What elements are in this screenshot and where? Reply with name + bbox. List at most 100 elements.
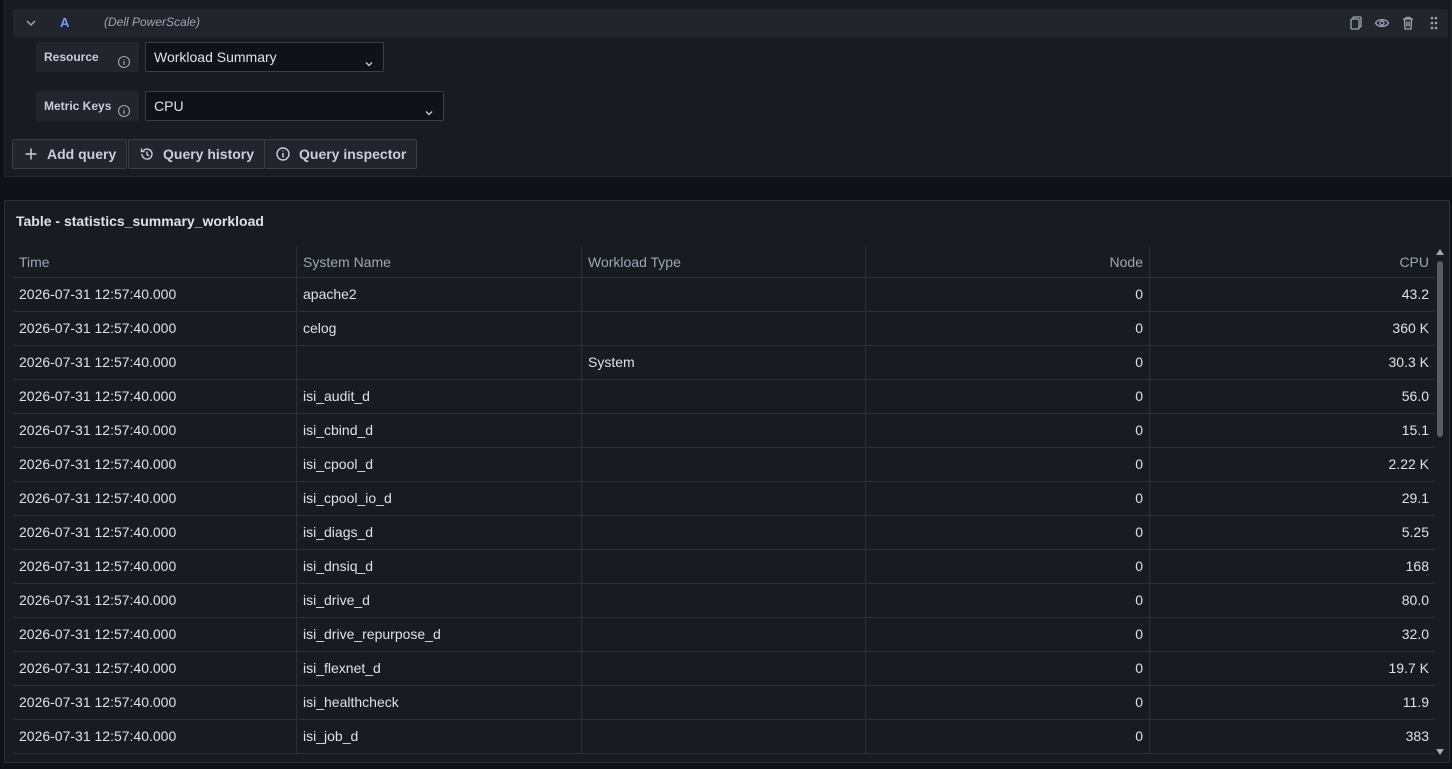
table-row[interactable]: 2026-07-31 12:57:40.000 celog 0 360 K: [13, 312, 1435, 346]
column-header-time[interactable]: Time: [13, 247, 297, 277]
cell-cpu: 80.0: [1401, 592, 1429, 608]
table-row[interactable]: 2026-07-31 12:57:40.000 isi_cpool_io_d 0 29…: [13, 482, 1435, 516]
scroll-down-arrow-icon[interactable]: [1436, 749, 1444, 755]
cell-system-name: isi_flexnet_d: [297, 652, 582, 685]
cell-cpu: 168: [1405, 558, 1429, 574]
plus-icon: [25, 148, 37, 160]
cell-workload-type: [582, 312, 866, 345]
cell-system-name: isi_audit_d: [297, 380, 582, 413]
vertical-scrollbar[interactable]: [1435, 247, 1445, 757]
cell-cpu: 43.2: [1401, 286, 1429, 302]
resource-select[interactable]: Workload Summary: [145, 42, 384, 72]
table-row[interactable]: 2026-07-31 12:57:40.000 isi_healthcheck 0 1…: [13, 686, 1435, 720]
panel-title: Table - statistics_summary_workload: [16, 213, 264, 229]
cell-cpu: 383: [1405, 728, 1429, 744]
cell-cpu: 56.0: [1401, 388, 1429, 404]
query-history-button[interactable]: Query history: [128, 139, 266, 169]
table-row[interactable]: 2026-07-31 12:57:40.000 isi_job_d 0 383: [13, 720, 1435, 754]
cell-cpu: 15.1: [1401, 422, 1429, 438]
chevron-down-icon: [363, 51, 375, 67]
copy-icon[interactable]: [1348, 15, 1364, 31]
cell-node: 0: [866, 720, 1150, 753]
cell-time: 2026-07-31 12:57:40.000: [13, 652, 297, 685]
trash-icon[interactable]: [1400, 15, 1416, 31]
metric-keys-select[interactable]: CPU: [145, 91, 444, 121]
table-row[interactable]: 2026-07-31 12:57:40.000 isi_flexnet_d 0 19.…: [13, 652, 1435, 686]
info-icon: [117, 50, 131, 69]
cell-time: 2026-07-31 12:57:40.000: [13, 448, 297, 481]
history-icon: [140, 148, 153, 160]
cell-node: 0: [866, 584, 1150, 617]
table-panel: Table - statistics_summary_workload Time…: [4, 200, 1450, 763]
cell-system-name: isi_cpool_io_d: [297, 482, 582, 515]
query-row-header: A (Dell PowerScale): [13, 9, 1448, 37]
chevron-down-icon: [423, 100, 435, 116]
cell-node: 0: [866, 278, 1150, 311]
cell-node: 0: [866, 380, 1150, 413]
cell-workload-type: System: [582, 346, 866, 379]
cell-system-name: isi_healthcheck: [297, 686, 582, 719]
cell-time: 2026-07-31 12:57:40.000: [13, 380, 297, 413]
cell-time: 2026-07-31 12:57:40.000: [13, 584, 297, 617]
cell-cpu: 30.3 K: [1388, 354, 1429, 370]
chevron-down-icon[interactable]: [23, 15, 39, 31]
datasource-name: (Dell PowerScale): [104, 15, 201, 29]
cell-workload-type: [582, 380, 866, 413]
query-ref-id[interactable]: A: [60, 15, 69, 30]
cell-workload-type: [582, 482, 866, 515]
table-row[interactable]: 2026-07-31 12:57:40.000 isi_drive_d 0 80.0: [13, 584, 1435, 618]
cell-node: 0: [866, 448, 1150, 481]
column-header-node[interactable]: Node: [866, 247, 1150, 277]
table-row[interactable]: 2026-07-31 12:57:40.000 isi_cbind_d 0 15.1: [13, 414, 1435, 448]
cell-cpu: 2.22 K: [1388, 456, 1429, 472]
cell-node: 0: [866, 686, 1150, 719]
cell-workload-type: [582, 720, 866, 753]
cell-cpu: 360 K: [1392, 320, 1429, 336]
cell-node: 0: [866, 516, 1150, 549]
info-icon: [276, 147, 290, 161]
cell-system-name: isi_drive_d: [297, 584, 582, 617]
table-header-row: Time System Name Workload Type Node CPU: [13, 247, 1435, 278]
column-header-cpu[interactable]: CPU: [1150, 247, 1435, 277]
cell-cpu: 19.7 K: [1388, 660, 1429, 676]
table-row[interactable]: 2026-07-31 12:57:40.000 System 0 30.3 K: [13, 346, 1435, 380]
eye-icon[interactable]: [1374, 15, 1390, 31]
cell-time: 2026-07-31 12:57:40.000: [13, 550, 297, 583]
data-table: Time System Name Workload Type Node CPU …: [13, 247, 1435, 754]
metric-keys-label: Metric Keys: [36, 91, 139, 121]
cell-cpu: 32.0: [1401, 626, 1429, 642]
query-inspector-button[interactable]: Query inspector: [264, 139, 418, 169]
table-row[interactable]: 2026-07-31 12:57:40.000 isi_dnsiq_d 0 168: [13, 550, 1435, 584]
cell-time: 2026-07-31 12:57:40.000: [13, 720, 297, 753]
scroll-up-arrow-icon[interactable]: [1436, 249, 1444, 255]
table-row[interactable]: 2026-07-31 12:57:40.000 isi_diags_d 0 5.25: [13, 516, 1435, 550]
column-header-workload-type[interactable]: Workload Type: [582, 247, 866, 277]
cell-workload-type: [582, 686, 866, 719]
info-icon: [117, 99, 131, 118]
add-query-button[interactable]: Add query: [12, 139, 128, 169]
table-row[interactable]: 2026-07-31 12:57:40.000 apache2 0 43.2: [13, 278, 1435, 312]
cell-time: 2026-07-31 12:57:40.000: [13, 278, 297, 311]
cell-workload-type: [582, 618, 866, 651]
table-row[interactable]: 2026-07-31 12:57:40.000 isi_audit_d 0 56.0: [13, 380, 1435, 414]
cell-system-name: isi_drive_repurpose_d: [297, 618, 582, 651]
cell-node: 0: [866, 414, 1150, 447]
cell-system-name: isi_dnsiq_d: [297, 550, 582, 583]
table-row[interactable]: 2026-07-31 12:57:40.000 isi_drive_repurpo…: [13, 618, 1435, 652]
column-header-system-name[interactable]: System Name: [297, 247, 582, 277]
cell-time: 2026-07-31 12:57:40.000: [13, 686, 297, 719]
cell-system-name: isi_cpool_d: [297, 448, 582, 481]
cell-node: 0: [866, 312, 1150, 345]
cell-node: 0: [866, 618, 1150, 651]
cell-workload-type: [582, 584, 866, 617]
cell-time: 2026-07-31 12:57:40.000: [13, 346, 297, 379]
cell-system-name: [297, 346, 582, 379]
table-row[interactable]: 2026-07-31 12:57:40.000 isi_cpool_d 0 2.22 …: [13, 448, 1435, 482]
cell-time: 2026-07-31 12:57:40.000: [13, 516, 297, 549]
drag-handle-icon[interactable]: [1426, 15, 1442, 31]
cell-workload-type: [582, 550, 866, 583]
cell-system-name: apache2: [297, 278, 582, 311]
cell-time: 2026-07-31 12:57:40.000: [13, 414, 297, 447]
scrollbar-thumb[interactable]: [1437, 261, 1443, 437]
query-actions: [1348, 15, 1442, 31]
